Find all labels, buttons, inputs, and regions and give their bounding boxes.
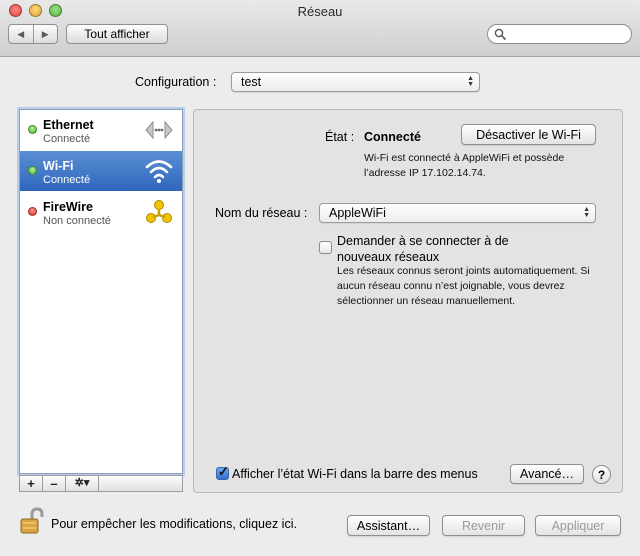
show-wifi-status-checkbox[interactable]: ✓ [216, 464, 229, 480]
service-name: FireWire [43, 200, 93, 214]
remove-service-button[interactable]: – [43, 476, 66, 491]
search-icon [494, 28, 506, 40]
assistant-button[interactable]: Assistant… [347, 515, 430, 536]
service-status: Connecté [43, 133, 91, 145]
lock-icon[interactable] [19, 507, 45, 535]
service-name: Wi-Fi [43, 159, 74, 173]
window-title: Réseau [297, 4, 343, 19]
configuration-value: test [241, 75, 262, 89]
show-wifi-status-label[interactable]: Afficher l’état Wi-Fi dans la barre des … [232, 467, 478, 481]
service-list: Ethernet Connecté Wi-Fi Connecté FireWir… [19, 109, 183, 474]
service-status: Non connecté [43, 215, 111, 227]
network-name-value: AppleWiFi [329, 206, 386, 220]
ask-to-join-description: Les réseaux connus seront joints automat… [337, 265, 590, 307]
add-service-button[interactable]: + [20, 476, 43, 491]
ethernet-icon [145, 120, 173, 140]
service-item-firewire[interactable]: FireWire Non connecté [20, 192, 182, 232]
window-toolbar: Réseau ◀ ▶ Tout afficher [0, 0, 640, 57]
status-description: Wi-Fi est connecté à AppleWiFi et possèd… [364, 152, 565, 179]
configuration-label: Configuration : [135, 75, 217, 89]
status-led-icon [28, 166, 37, 175]
configuration-popup[interactable]: test ▲ ▼ [231, 72, 480, 92]
network-name-popup[interactable]: AppleWiFi ▲ ▼ [319, 203, 596, 223]
chevron-left-icon: ◀ [17, 28, 25, 39]
apply-button[interactable]: Appliquer [535, 515, 621, 536]
forward-button[interactable]: ▶ [32, 25, 58, 43]
service-item-ethernet[interactable]: Ethernet Connecté [20, 110, 182, 150]
search-field[interactable] [487, 24, 632, 44]
status-label: État : [325, 130, 355, 144]
turn-wifi-off-button[interactable]: Désactiver le Wi-Fi [461, 124, 596, 145]
wifi-icon [145, 160, 173, 183]
ask-to-join-checkbox[interactable] [319, 241, 332, 254]
help-button[interactable]: ? [592, 465, 611, 484]
checkmark-icon: ✓ [218, 464, 229, 479]
status-led-icon [28, 125, 37, 134]
revert-button[interactable]: Revenir [442, 515, 525, 536]
service-name: Ethernet [43, 118, 94, 132]
network-name-label: Nom du réseau : [215, 206, 308, 220]
gear-menu-button[interactable]: ✲▾ [66, 476, 99, 491]
network-preferences-window: Réseau ◀ ▶ Tout afficher Configuration :… [0, 0, 640, 556]
lock-text[interactable]: Pour empêcher les modifications, cliquez… [51, 517, 297, 531]
show-all-button[interactable]: Tout afficher [66, 24, 168, 44]
ask-to-join-label[interactable]: Demander à se connecter à de nouveaux ré… [337, 233, 557, 265]
service-status: Connecté [43, 174, 91, 186]
firewire-icon [146, 200, 172, 223]
back-button[interactable]: ◀ [9, 25, 33, 43]
status-led-icon [28, 207, 37, 216]
popup-arrows-icon: ▲ ▼ [467, 75, 474, 88]
popup-arrows-icon: ▲ ▼ [583, 206, 590, 219]
service-item-wifi[interactable]: Wi-Fi Connecté [20, 151, 182, 191]
service-list-toolbar: + – ✲▾ [19, 475, 183, 492]
chevron-right-icon: ▶ [41, 28, 49, 39]
advanced-button[interactable]: Avancé… [510, 464, 584, 484]
back-forward-buttons: ◀ ▶ [8, 24, 58, 44]
status-value: Connecté [364, 130, 421, 144]
